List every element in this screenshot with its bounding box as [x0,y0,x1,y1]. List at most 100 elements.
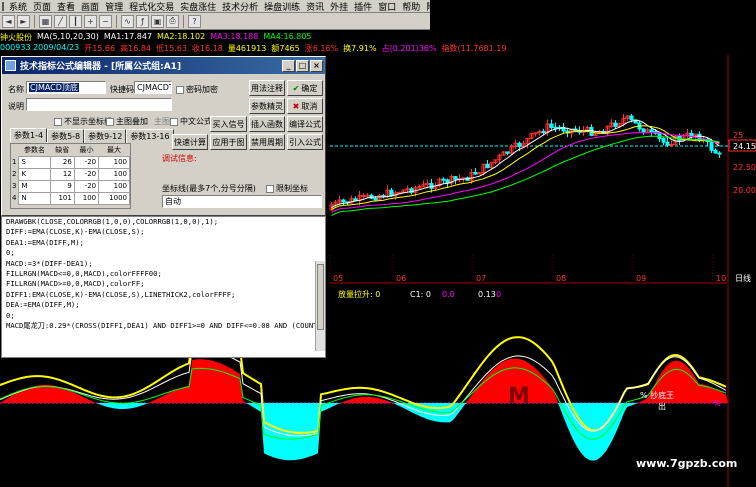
zoom-out-icon[interactable]: − [99,14,112,28]
forward-icon[interactable]: ► [17,14,30,28]
disable-period-button[interactable]: 禁用周期 [249,134,285,150]
menu-item[interactable]: 技术分析 [219,0,261,13]
param-def-cell[interactable]: 26 [49,155,75,169]
ma-info-row: 钟火股份 MA(5,10,20,30) MA1:17.847 MA2:18.10… [0,32,312,43]
cancel-button[interactable]: ✖ 取消 [287,98,323,114]
indicator-legend-item: 放量拉升: 0 [338,289,380,299]
indicator-legend-item: 0.0 [442,290,455,299]
maximize-button[interactable]: □ [296,59,309,72]
candle-body [665,141,670,146]
zoom-in-icon[interactable]: + [84,14,97,28]
usage-button[interactable]: 用法注释 [249,80,285,96]
menu-item[interactable]: 外挂 [327,0,351,13]
param-max-cell[interactable]: 100 [98,155,130,169]
menu-item[interactable]: 插件 [351,0,375,13]
cancel-label: 取消 [301,101,318,111]
dialog-titlebar[interactable]: 技术指标公式编辑器 - [所属公式组:A1] _ □ × [2,57,325,74]
candle-body [669,143,674,146]
shortcut-field[interactable]: CJMACDT [134,81,172,94]
menu-item[interactable]: 实盘涨住 [177,0,219,13]
formula-editor-dialog: 技术指标公式编辑器 - [所属公式组:A1] _ □ × 名称 CJMACD顶底… [1,56,326,216]
param-tab[interactable]: 参数5-8 [47,129,85,143]
ma1-value: MA1:17.847 [103,32,153,41]
save-icon[interactable]: ▣ [151,14,164,28]
menu-item[interactable]: 程式化交易 [126,0,177,13]
param-tab[interactable]: 参数13-16 [126,129,174,143]
close-button[interactable]: × [310,59,323,72]
ok-button[interactable]: ✔ 确定 [287,80,323,96]
formula-icon[interactable]: ƒ [136,14,149,28]
menu-item[interactable]: 查看 [54,0,78,13]
password-checkbox[interactable]: 密码加密 [176,84,218,95]
code-line: 0; [6,310,15,320]
param-name-cell[interactable]: N [18,191,51,205]
limit-coord-checkbox[interactable]: 限制坐标 [266,183,308,194]
percent-label: % [713,399,721,408]
hide-coord-checkbox[interactable]: 不显示坐标线 [54,116,112,127]
coord-field[interactable]: 自动 [162,195,322,208]
main-overlay-checkbox[interactable]: 主图叠加 [106,116,148,127]
menu-item[interactable]: 管理 [102,0,126,13]
candle-body [485,163,490,169]
quick-calc-button[interactable]: 快速计算 [172,134,208,150]
desc-field[interactable] [26,98,172,111]
formula-code-editor[interactable]: DRAWGBK(CLOSE,COLORRGB(1,0,0),COLORRGB(1… [1,216,326,358]
param-name-cell[interactable]: M [18,179,51,193]
code-line: 0; [6,248,15,258]
param-min-cell[interactable]: -20 [73,179,100,193]
bottom-signal-label: % 抄底王 [640,390,674,400]
menu-item[interactable]: 操盘训练 [261,0,303,13]
param-max-cell[interactable]: 1000 [98,191,130,205]
param-max-cell[interactable]: 100 [98,179,130,193]
candle-body [553,126,558,129]
param-max-cell[interactable]: 100 [98,167,130,181]
param-name-cell[interactable]: S [18,155,51,169]
quote-turnover: 换7.91% [343,44,377,53]
editor-scrollbar[interactable] [315,261,325,351]
quote-change: 涨6.16% [304,44,339,53]
compile-button[interactable]: 编译公式 [287,116,323,132]
apply-chart-button[interactable]: 应用于图 [210,134,247,150]
help-icon[interactable]: ? [188,14,201,28]
param-tab[interactable]: 参数9-12 [84,129,127,143]
code-line: DEA:=EMA(DIFF,M); [6,300,80,310]
param-def-cell[interactable]: 9 [49,179,75,193]
param-def-cell[interactable]: 101 [49,191,75,205]
indicator-icon[interactable]: ∿ [121,14,134,28]
line-chart-icon[interactable]: ╱ [54,14,67,28]
param-min-cell[interactable]: 100 [73,191,100,205]
candle-body [361,194,366,197]
quote-close: 收16.18 [191,44,223,53]
scrollbar-thumb[interactable] [317,264,324,330]
menu-item[interactable]: 窗口 [375,0,399,13]
menu-item[interactable]: 系统 [6,0,30,13]
param-wizard-button[interactable]: 参数精灵 [249,98,285,114]
candle-body [629,115,634,121]
ma2-value: MA2:18.102 [157,32,206,41]
grid-icon[interactable]: ▦ [39,14,52,28]
param-min-cell[interactable]: -20 [73,167,100,181]
insert-function-button[interactable]: 插入函数 [249,116,285,132]
import-button[interactable]: 引入公式 [287,134,323,150]
chinese-formula-checkbox[interactable]: 中文公式 [170,116,212,127]
menu-item[interactable]: 附加 [423,0,447,13]
param-tab[interactable]: 参数1-4 [10,128,48,142]
candle-body [661,137,666,143]
candle-icon[interactable]: ┃ [69,14,82,28]
menu-item[interactable]: 资讯 [303,0,327,13]
name-field[interactable]: CJMACD顶底 [26,81,106,94]
back-icon[interactable]: ◄ [2,14,15,28]
candle-body [373,197,378,201]
menu-item[interactable]: 帮助 [399,0,423,13]
app-menu-icon[interactable] [2,1,4,11]
buy-sell-button[interactable]: 买入信号 [210,116,247,132]
param-name-cell[interactable]: K [18,167,51,181]
name-value: CJMACD顶底 [29,83,79,92]
param-def-cell[interactable]: 12 [49,167,75,181]
print-icon[interactable]: ⎙ [166,14,179,28]
checkbox-box [266,184,274,193]
menu-item[interactable]: 页面 [30,0,54,13]
param-min-cell[interactable]: -20 [73,155,100,169]
minimize-button[interactable]: _ [282,59,295,72]
menu-item[interactable]: 画面 [78,0,102,13]
